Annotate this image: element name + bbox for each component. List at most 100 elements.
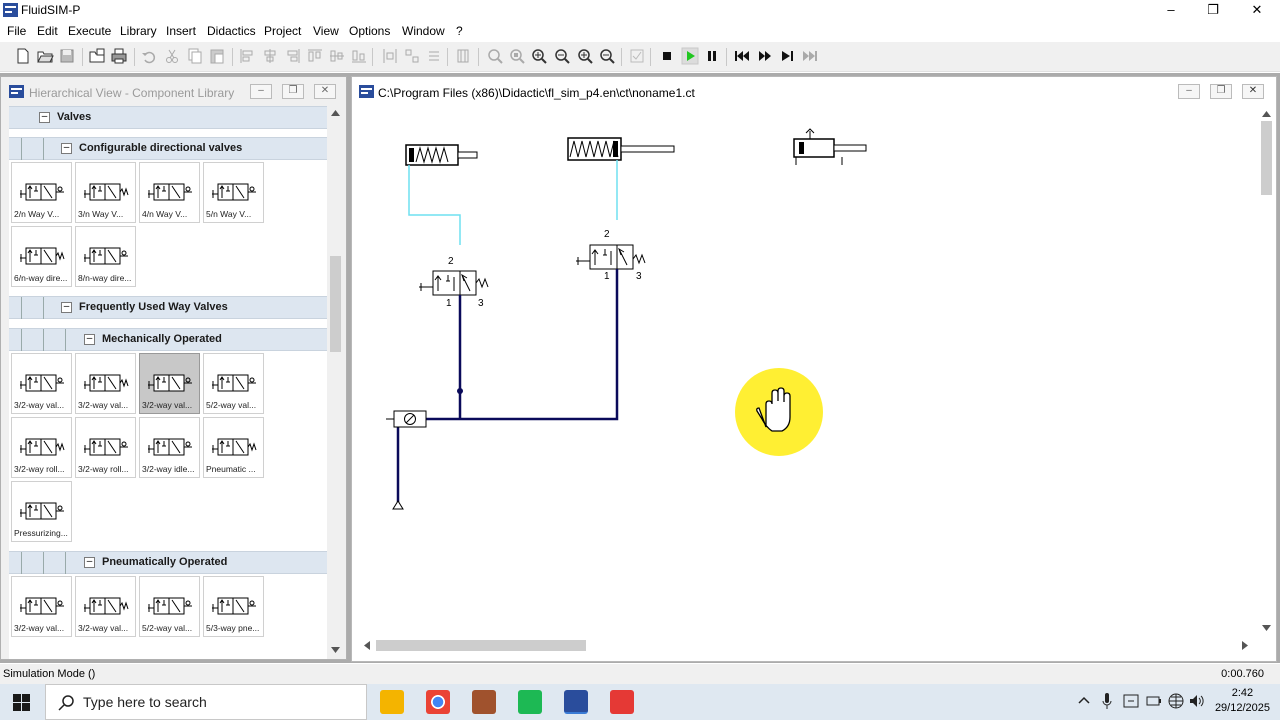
copy-icon[interactable] xyxy=(186,47,204,65)
play-icon[interactable] xyxy=(681,47,699,65)
menu-file[interactable]: File xyxy=(7,24,26,38)
menu-view[interactable]: View xyxy=(313,24,339,38)
library-scrollbar[interactable] xyxy=(327,106,344,659)
collapse-icon[interactable]: – xyxy=(84,334,95,345)
collapse-icon[interactable]: – xyxy=(61,302,72,313)
library-tile[interactable]: 3/2-way val... xyxy=(11,353,72,414)
menu-execute[interactable]: Execute xyxy=(68,24,111,38)
library-tile[interactable]: 5/2-way val... xyxy=(139,576,200,637)
new-icon[interactable] xyxy=(14,47,32,65)
camtasia-red-icon[interactable] xyxy=(610,690,634,714)
circuit-hscroll-thumb[interactable] xyxy=(376,640,586,651)
align-distribute-icon[interactable] xyxy=(381,47,399,65)
valve-1[interactable]: 2 1 3 xyxy=(419,256,489,309)
scroll-up-icon[interactable] xyxy=(331,110,340,116)
valve-2[interactable]: 2 1 3 xyxy=(576,229,646,282)
library-tile[interactable]: 2/n Way V... xyxy=(11,162,72,223)
menu-help[interactable]: ? xyxy=(456,24,463,38)
cylinder-1[interactable] xyxy=(405,144,478,166)
step-to-end-icon[interactable] xyxy=(778,47,796,65)
zoom-component-icon[interactable] xyxy=(486,47,504,65)
security-icon[interactable] xyxy=(1123,694,1139,708)
library-tile[interactable]: 5/3-way pne... xyxy=(203,576,264,637)
network-globe-icon[interactable] xyxy=(1168,693,1184,709)
collapse-icon[interactable]: – xyxy=(61,143,72,154)
scroll-down-icon[interactable] xyxy=(1262,625,1271,631)
circuit-restore-button[interactable]: ❐ xyxy=(1210,84,1232,99)
menu-project[interactable]: Project xyxy=(264,24,301,38)
system-clock[interactable]: 2:42 29/12/2025 xyxy=(1215,686,1270,716)
zoom-in-icon[interactable] xyxy=(576,47,594,65)
align-bottom-icon[interactable] xyxy=(350,47,368,65)
reset-icon[interactable] xyxy=(733,47,751,65)
print-icon[interactable] xyxy=(110,47,128,65)
menu-library[interactable]: Library xyxy=(120,24,157,38)
battery-icon[interactable] xyxy=(1146,695,1162,707)
align-right-icon[interactable] xyxy=(284,47,302,65)
align-left-icon[interactable] xyxy=(238,47,256,65)
open-icon[interactable] xyxy=(36,47,54,65)
close-button[interactable]: ✕ xyxy=(1234,0,1280,21)
menu-insert[interactable]: Insert xyxy=(166,24,196,38)
group-valves[interactable]: – Valves xyxy=(9,106,327,129)
menu-window[interactable]: Window xyxy=(402,24,445,38)
library-tile[interactable]: 3/2-way roll... xyxy=(75,417,136,478)
stop-icon[interactable] xyxy=(658,47,676,65)
library-tile[interactable]: 3/2-way val... xyxy=(139,353,200,414)
menu-edit[interactable]: Edit xyxy=(37,24,58,38)
align-center-icon[interactable] xyxy=(261,47,279,65)
check-icon[interactable] xyxy=(628,47,646,65)
fluidsim-taskbar-icon[interactable] xyxy=(564,690,588,714)
menu-didactics[interactable]: Didactics xyxy=(207,24,256,38)
circuit-canvas[interactable]: 2 1 3 2 1 3 xyxy=(358,105,1258,639)
scroll-up-icon[interactable] xyxy=(1262,111,1271,117)
align-spread-icon[interactable] xyxy=(403,47,421,65)
align-top-icon[interactable] xyxy=(306,47,324,65)
scroll-left-icon[interactable] xyxy=(364,641,370,650)
volume-icon[interactable] xyxy=(1189,694,1205,708)
library-tile[interactable]: 6/n-way dire... xyxy=(11,226,72,287)
open-project-icon[interactable] xyxy=(88,47,106,65)
align-middle-icon[interactable] xyxy=(328,47,346,65)
zoom-previous-icon[interactable] xyxy=(553,47,571,65)
library-tile[interactable]: 8/n-way dire... xyxy=(75,226,136,287)
pause-icon[interactable] xyxy=(703,47,721,65)
library-tile[interactable]: 3/2-way idle... xyxy=(139,417,200,478)
library-close-button[interactable]: ✕ xyxy=(314,84,336,99)
windows-start-icon[interactable] xyxy=(13,694,30,711)
chevron-up-icon[interactable] xyxy=(1078,696,1090,704)
library-minimize-button[interactable]: – xyxy=(250,84,272,99)
zoom-window-icon[interactable] xyxy=(508,47,526,65)
paste-icon[interactable] xyxy=(208,47,226,65)
collapse-icon[interactable]: – xyxy=(39,112,50,123)
library-tile[interactable]: 3/2-way val... xyxy=(75,353,136,414)
group-mechanically-operated[interactable]: – Mechanically Operated xyxy=(9,328,327,351)
group-configurable-valves[interactable]: – Configurable directional valves xyxy=(9,137,327,160)
group-frequently-used[interactable]: – Frequently Used Way Valves xyxy=(9,296,327,319)
cut-icon[interactable] xyxy=(163,47,181,65)
simulate-to-end-icon[interactable] xyxy=(801,47,819,65)
collapse-icon[interactable]: – xyxy=(84,557,95,568)
circuit-vertical-scrollbar[interactable] xyxy=(1258,105,1275,637)
service-unit[interactable] xyxy=(393,410,427,428)
circuit-minimize-button[interactable]: – xyxy=(1178,84,1200,99)
undo-icon[interactable] xyxy=(140,47,158,65)
cylinder-2[interactable] xyxy=(567,137,675,161)
step-icon[interactable] xyxy=(756,47,774,65)
library-scroll-thumb[interactable] xyxy=(330,256,341,352)
scroll-down-icon[interactable] xyxy=(331,647,340,653)
microphone-icon[interactable] xyxy=(1102,693,1112,710)
circuit-vscroll-thumb[interactable] xyxy=(1261,121,1272,195)
group-pneumatically-operated[interactable]: – Pneumatically Operated xyxy=(9,551,327,574)
library-tile[interactable]: 3/2-way roll... xyxy=(11,417,72,478)
library-tile[interactable]: 5/2-way val... xyxy=(203,353,264,414)
zoom-fit-icon[interactable] xyxy=(530,47,548,65)
file-explorer-icon[interactable] xyxy=(380,690,404,714)
cylinder-3[interactable] xyxy=(793,128,867,165)
minimize-button[interactable]: – xyxy=(1148,0,1194,21)
winrar-icon[interactable] xyxy=(472,690,496,714)
restore-button[interactable]: ❐ xyxy=(1190,0,1236,21)
chrome-icon[interactable] xyxy=(426,690,450,714)
library-tile[interactable]: 3/2-way val... xyxy=(75,576,136,637)
library-tile[interactable]: 3/2-way val... xyxy=(11,576,72,637)
